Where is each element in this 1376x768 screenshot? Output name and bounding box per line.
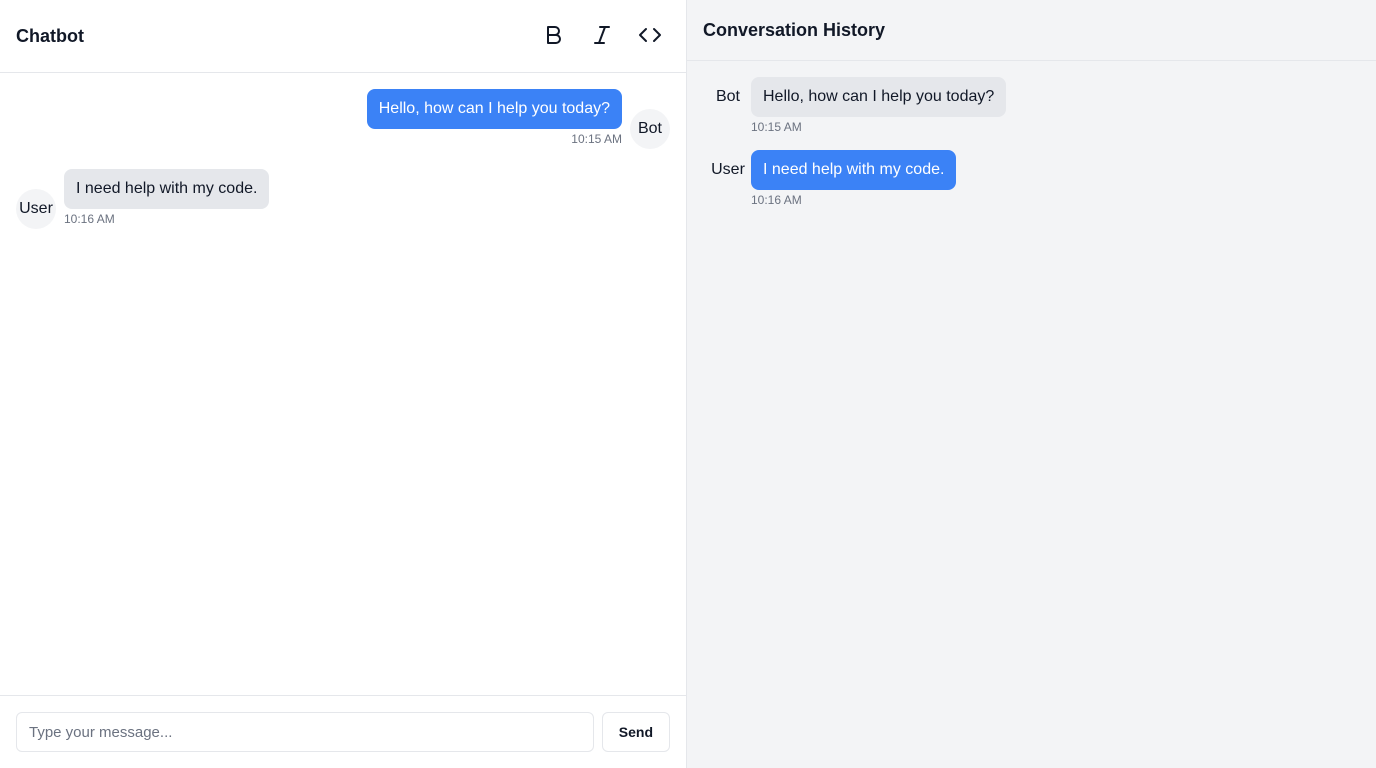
message-composer: Send: [0, 695, 686, 768]
code-button[interactable]: [630, 16, 670, 56]
history-list: Bot Hello, how can I help you today? 10:…: [687, 61, 1376, 239]
message-list: Hello, how can I help you today? 10:15 A…: [0, 73, 686, 695]
avatar: User: [16, 189, 56, 229]
history-timestamp: 10:16 AM: [751, 193, 802, 207]
message-content: Hello, how can I help you today? 10:15 A…: [366, 89, 622, 146]
message-bubble: I need help with my code.: [64, 169, 270, 209]
history-bubble: Hello, how can I help you today?: [751, 77, 1007, 117]
history-sender: Bot: [715, 88, 740, 105]
history-title: Conversation History: [703, 19, 886, 40]
history-content: Hello, how can I help you today? 10:15 A…: [751, 77, 1007, 134]
bold-icon: [542, 23, 566, 50]
send-button[interactable]: Send: [601, 712, 670, 752]
history-item[interactable]: User I need help with my code. 10:16 AM: [705, 150, 1358, 207]
history-content: I need help with my code. 10:16 AM: [751, 150, 957, 207]
italic-icon: [590, 23, 614, 50]
message-content: I need help with my code. 10:16 AM: [64, 169, 270, 226]
history-timestamp: 10:15 AM: [751, 120, 802, 134]
chat-panel: Chatbot Hello, how can I help you today?…: [0, 0, 687, 768]
italic-button[interactable]: [582, 16, 622, 56]
history-item[interactable]: Bot Hello, how can I help you today? 10:…: [705, 77, 1358, 134]
history-bubble: I need help with my code.: [751, 150, 957, 190]
message-input[interactable]: [16, 712, 594, 752]
message-row: User I need help with my code. 10:16 AM: [16, 169, 670, 229]
avatar: Bot: [630, 109, 670, 149]
message-timestamp: 10:16 AM: [64, 212, 115, 226]
history-panel: Conversation History Bot Hello, how can …: [687, 0, 1376, 768]
chat-header: Chatbot: [0, 0, 686, 73]
message-timestamp: 10:15 AM: [571, 132, 622, 146]
history-sender: User: [711, 161, 745, 178]
history-header: Conversation History: [687, 0, 1376, 61]
formatting-toolbar: [534, 16, 670, 56]
code-icon: [638, 23, 662, 50]
chat-title: Chatbot: [16, 25, 84, 46]
message-row: Hello, how can I help you today? 10:15 A…: [16, 89, 670, 149]
bold-button[interactable]: [534, 16, 574, 56]
message-bubble: Hello, how can I help you today?: [366, 89, 622, 129]
